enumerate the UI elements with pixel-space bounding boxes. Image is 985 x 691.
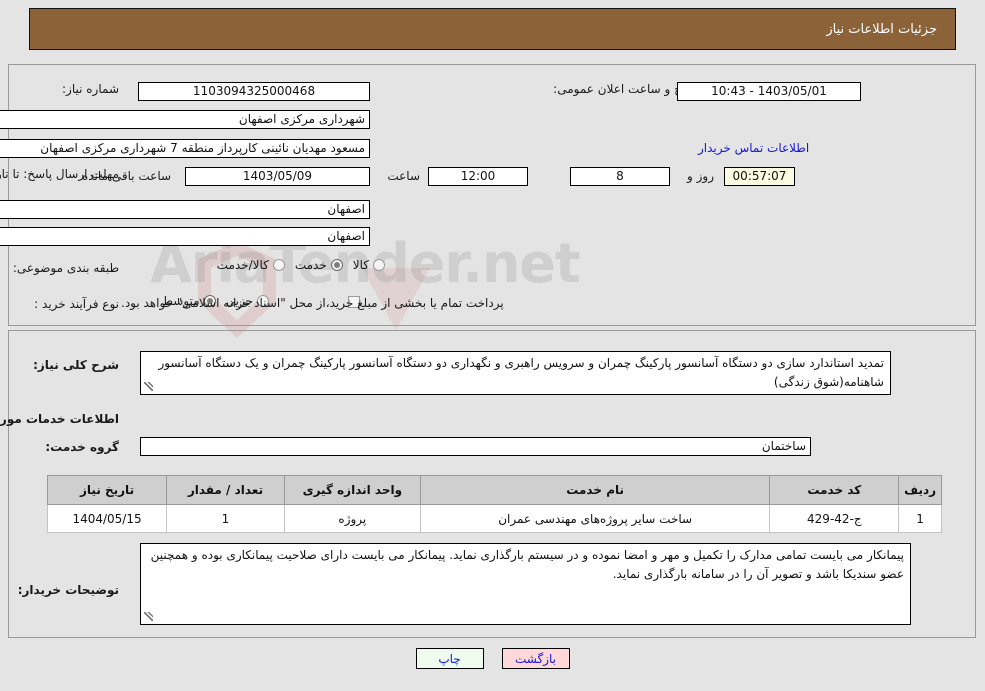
buyer-contact-link[interactable]: اطلاعات تماس خریدار <box>698 141 809 155</box>
footer-button-bar: بازگشت چاپ <box>0 648 985 669</box>
services-heading-row: اطلاعات خدمات مورد نیاز <box>0 412 119 426</box>
category-radio-label-2: کالا/خدمت <box>216 258 269 272</box>
category-radio-group[interactable]: کالا خدمت کالا/خدمت <box>207 258 385 272</box>
service-group-label: گروه خدمت: <box>45 440 119 454</box>
need-info-panel <box>8 64 976 326</box>
deadline-time-value: 12:00 <box>428 167 528 186</box>
service-group-label-row: گروه خدمت: <box>45 440 119 454</box>
buyer-notes-label-row: توضیحات خریدار: <box>18 583 119 597</box>
province-value: اصفهان <box>0 200 370 219</box>
page-header: جزئیات اطلاعات نیاز <box>29 8 956 50</box>
need-number-value: 1103094325000468 <box>138 82 370 101</box>
cell-index: 1 <box>898 504 942 533</box>
col-date: تاریخ نیاز <box>46 475 168 505</box>
col-code: کد خدمت <box>769 475 900 505</box>
public-announce-value: 1403/05/01 - 10:43 <box>677 82 861 101</box>
buyer-notes-label: توضیحات خریدار: <box>17 583 119 597</box>
treasury-note: پرداخت تمام یا بخشی از مبلغ خرید،از محل … <box>121 296 504 310</box>
cell-name: ساخت سایر پروژه‌های مهندسی عمران <box>419 504 771 533</box>
buyer-org-value: شهرداری مرکزی اصفهان <box>0 110 370 129</box>
category-label: طبقه بندی موضوعی: <box>12 261 119 275</box>
print-button[interactable]: چاپ <box>415 648 484 669</box>
services-heading: اطلاعات خدمات مورد نیاز <box>0 412 119 426</box>
cell-quantity: 1 <box>166 504 285 533</box>
category-label-row: طبقه بندی موضوعی: <box>13 261 119 275</box>
remaining-hours-label: ساعت باقی مانده <box>82 169 172 183</box>
cell-need-date: 1404/05/15 <box>46 504 168 533</box>
need-number-label-row: شماره نیاز: <box>62 82 119 96</box>
buyer-notes-textarea[interactable]: پیمانکار می بایست تمامی مدارک را تکمیل و… <box>140 543 911 625</box>
general-desc-label-row: شرح کلی نیاز: <box>33 358 119 372</box>
city-value: اصفهان <box>0 227 370 246</box>
col-quantity: تعداد / مقدار <box>166 475 285 505</box>
general-desc-textarea[interactable]: تمدید استاندارد سازی دو دستگاه آسانسور پ… <box>140 351 891 395</box>
process-type-label: نوع فرآیند خرید : <box>34 297 119 311</box>
category-radio-1[interactable] <box>330 259 343 271</box>
col-index: ردیف <box>898 475 942 505</box>
days-label: روز و <box>687 169 714 183</box>
category-radio-0[interactable] <box>373 259 385 271</box>
deadline-date-value: 1403/05/09 <box>185 167 370 186</box>
process-type-label-row: نوع فرآیند خرید : <box>34 297 119 311</box>
category-radio-2[interactable] <box>272 259 285 271</box>
requester-value: مسعود مهدیان نائینی کارپرداز منطقه 7 شهر… <box>0 139 370 158</box>
hour-label: ساعت <box>387 169 420 183</box>
services-table: ردیف کد خدمت نام خدمت واحد اندازه گیری ت… <box>46 475 942 533</box>
cell-code: ج-42-429 <box>769 504 900 533</box>
table-row: 1 ج-42-429 ساخت سایر پروژه‌های مهندسی عمرا… <box>46 504 942 533</box>
countdown-value: 00:57:07 <box>724 167 795 186</box>
back-button[interactable]: بازگشت <box>501 648 570 669</box>
need-number-label: شماره نیاز: <box>62 82 119 96</box>
cell-unit: پروژه <box>283 504 421 533</box>
service-group-value: ساختمان <box>140 437 811 456</box>
general-desc-label: شرح کلی نیاز: <box>33 358 119 372</box>
page-title: جزئیات اطلاعات نیاز <box>826 21 937 37</box>
col-name: نام خدمت <box>419 475 771 505</box>
category-radio-label-0: کالا <box>352 258 369 272</box>
col-unit: واحد اندازه گیری <box>283 475 421 505</box>
remaining-days-value: 8 <box>570 167 670 186</box>
table-header-row: ردیف کد خدمت نام خدمت واحد اندازه گیری ت… <box>46 475 942 505</box>
category-radio-label-1: خدمت <box>294 258 327 272</box>
